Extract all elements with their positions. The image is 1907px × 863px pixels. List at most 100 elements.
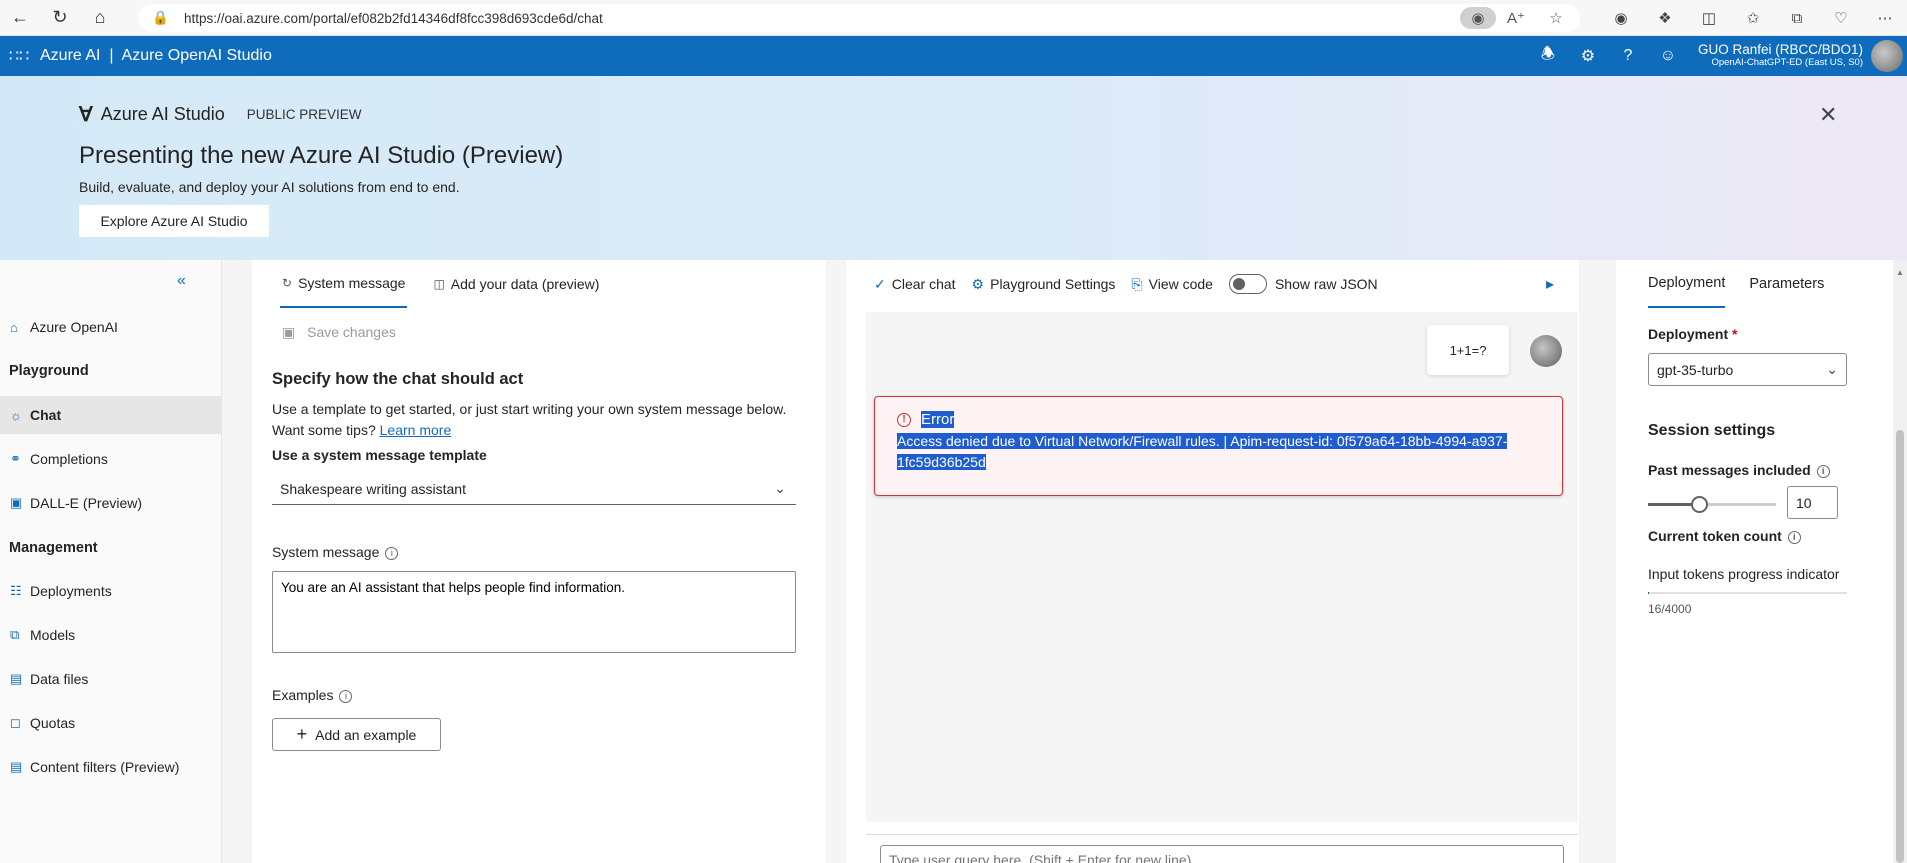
save-icon: ▣	[282, 324, 296, 340]
favorites-icon[interactable]: ✩	[1731, 0, 1775, 36]
scroll-thumb[interactable]	[1896, 430, 1904, 863]
setup-heading: Specify how the chat should act	[272, 370, 524, 388]
query-input[interactable]	[880, 845, 1564, 863]
collections-icon[interactable]: ⧉	[1775, 0, 1819, 36]
show-raw-json-label: Show raw JSON	[1274, 276, 1378, 292]
sidebar-item-chat[interactable]: ☼ Chat	[0, 396, 222, 434]
error-icon: !	[897, 412, 911, 427]
tab-parameters[interactable]: Parameters	[1749, 260, 1824, 308]
address-bar[interactable]: 🔒 https://oai.azure.com/portal/ef082b2fd…	[138, 4, 1580, 32]
clear-chat-button[interactable]: ✓ Clear chat	[874, 276, 956, 293]
assistant-setup-panel: ↻ System message ◫ Add your data (previe…	[252, 260, 826, 863]
template-dropdown[interactable]: Shakespeare writing assistant ⌄	[272, 473, 796, 505]
info-icon[interactable]: i	[1787, 530, 1801, 544]
toggle-switch[interactable]	[1228, 274, 1267, 294]
megaphone-icon[interactable]: ▸	[1546, 274, 1554, 294]
save-changes-button[interactable]: ▣ Save changes	[282, 324, 396, 341]
gear-icon[interactable]: ⚙	[1568, 36, 1608, 76]
extensions-icon[interactable]: ❖	[1643, 0, 1687, 36]
setup-description: Use a template to get started, or just s…	[272, 399, 802, 441]
learn-more-link[interactable]: Learn more	[380, 422, 452, 438]
error-text-line1: Access denied due to Virtual Network/Fir…	[897, 433, 1508, 449]
chat-icon: ☼	[10, 407, 22, 423]
read-aloud-icon[interactable]: A⁺	[1496, 9, 1536, 27]
system-message-label-text: System message	[272, 544, 380, 560]
past-messages-input[interactable]	[1787, 486, 1838, 519]
progress-label: Input tokens progress indicator	[1648, 566, 1840, 582]
favorite-star-icon[interactable]: ☆	[1536, 9, 1576, 27]
bell-icon[interactable]: 🕭	[1528, 36, 1568, 76]
split-screen-icon[interactable]: ◫	[1687, 0, 1731, 36]
view-code-button[interactable]: ⎘ View code	[1131, 276, 1213, 293]
view-code-label: View code	[1148, 276, 1213, 292]
sidebar-item-deployments[interactable]: ☷ Deployments	[0, 572, 222, 610]
gear-icon: ⚙	[971, 275, 985, 292]
tracking-prevention-icon[interactable]: ◉	[1460, 7, 1496, 29]
collapse-nav-icon[interactable]: «	[177, 272, 186, 290]
info-icon[interactable]: i	[385, 546, 399, 560]
sidebar-item-models[interactable]: ⧉ Models	[0, 616, 222, 654]
address-bar-actions: ◉ A⁺ ☆	[1460, 4, 1576, 32]
deployments-icon: ☷	[10, 583, 22, 598]
completions-icon: ⚭	[10, 451, 21, 466]
browser-essentials-icon[interactable]: ♡	[1819, 0, 1863, 36]
user-info[interactable]: GUO Ranfei (RBCC/BDO1) OpenAI-ChatGPT-ED…	[1688, 43, 1871, 69]
app-launcher-icon[interactable]: ∷∷	[4, 46, 34, 66]
page-scrollbar[interactable]: ▲	[1893, 260, 1907, 863]
playground-settings-button[interactable]: ⚙ Playground Settings	[972, 276, 1116, 293]
avatar[interactable]	[1871, 40, 1903, 72]
database-icon: ◫	[433, 277, 445, 291]
tab-system-message[interactable]: ↻ System message	[280, 260, 408, 308]
banner-title: Presenting the new Azure AI Studio (Prev…	[79, 142, 564, 169]
explore-ai-studio-button[interactable]: Explore Azure AI Studio	[79, 205, 269, 237]
back-icon[interactable]: ←	[0, 0, 40, 36]
help-icon[interactable]: ?	[1608, 36, 1648, 76]
template-label: Use a system message template	[272, 447, 487, 463]
nav-section-playground: Playground	[9, 363, 89, 379]
profile-badge-icon[interactable]: ◉	[1599, 0, 1643, 36]
sidebar-item-label: Content filters (Preview)	[30, 759, 180, 775]
system-message-label: System message i	[272, 544, 399, 560]
sidebar-item-data-files[interactable]: ▤ Data files	[0, 660, 222, 698]
tab-deployment[interactable]: Deployment	[1648, 260, 1726, 308]
template-selected-value: Shakespeare writing assistant	[280, 480, 466, 497]
tab-label: Add your data (preview)	[450, 276, 600, 292]
chat-toolbar: ✓ Clear chat ⚙ Playground Settings ⎘ Vie…	[874, 260, 1394, 308]
past-messages-label-text: Past messages included	[1648, 462, 1811, 478]
refresh-icon[interactable]: ↻	[40, 0, 80, 36]
past-messages-slider[interactable]	[1648, 496, 1776, 513]
close-icon[interactable]: ✕	[1819, 102, 1837, 128]
nav-section-management: Management	[9, 540, 98, 556]
clear-chat-label: Clear chat	[891, 276, 956, 292]
sidebar-item-content-filters[interactable]: ▤ Content filters (Preview)	[0, 748, 222, 786]
examples-label: Examples i	[272, 687, 353, 703]
examples-label-text: Examples	[272, 687, 334, 703]
slider-thumb[interactable]	[1691, 496, 1709, 513]
sidebar-item-dalle[interactable]: ▣ DALL-E (Preview)	[0, 484, 222, 522]
chat-session-panel: ✓ Clear chat ⚙ Playground Settings ⎘ Vie…	[846, 260, 1579, 863]
feedback-smiley-icon[interactable]: ☺	[1648, 36, 1688, 76]
sidebar-item-label: Azure OpenAI	[30, 319, 118, 335]
banner-brand: Azure AI Studio	[100, 104, 225, 124]
info-icon[interactable]: i	[339, 689, 353, 703]
info-icon[interactable]: i	[1816, 464, 1830, 478]
chevron-down-icon: ⌄	[774, 480, 786, 496]
home-icon[interactable]: ⌂	[80, 0, 120, 36]
scroll-up-icon[interactable]: ▲	[1896, 268, 1904, 277]
tab-add-your-data[interactable]: ◫ Add your data (preview)	[431, 260, 601, 308]
app-title[interactable]: Azure AI | Azure OpenAI Studio	[40, 47, 272, 65]
portal-header: ∷∷ Azure AI | Azure OpenAI Studio 🕭 ⚙ ? …	[0, 36, 1907, 76]
show-raw-json-toggle[interactable]: Show raw JSON	[1228, 274, 1378, 294]
more-menu-icon[interactable]: ⋯	[1863, 0, 1907, 36]
sidebar-item-label: Completions	[30, 451, 108, 467]
deployment-label-text: Deployment	[1648, 326, 1729, 342]
chevron-down-icon: ⌄	[1826, 361, 1838, 377]
sidebar-item-label: Quotas	[30, 715, 76, 731]
sidebar-item-completions[interactable]: ⚭ Completions	[0, 440, 222, 478]
add-example-button[interactable]: + Add an example	[272, 718, 441, 751]
sidebar-item-quotas[interactable]: ◻ Quotas	[0, 704, 222, 742]
deployment-dropdown[interactable]: gpt-35-turbo ⌄	[1648, 353, 1847, 386]
error-text-line2: 1fc59d36b25d	[897, 454, 986, 470]
sidebar-item-azure-openai[interactable]: ⌂ Azure OpenAI	[0, 308, 222, 346]
system-message-input[interactable]: You are an AI assistant that helps peopl…	[272, 571, 796, 653]
